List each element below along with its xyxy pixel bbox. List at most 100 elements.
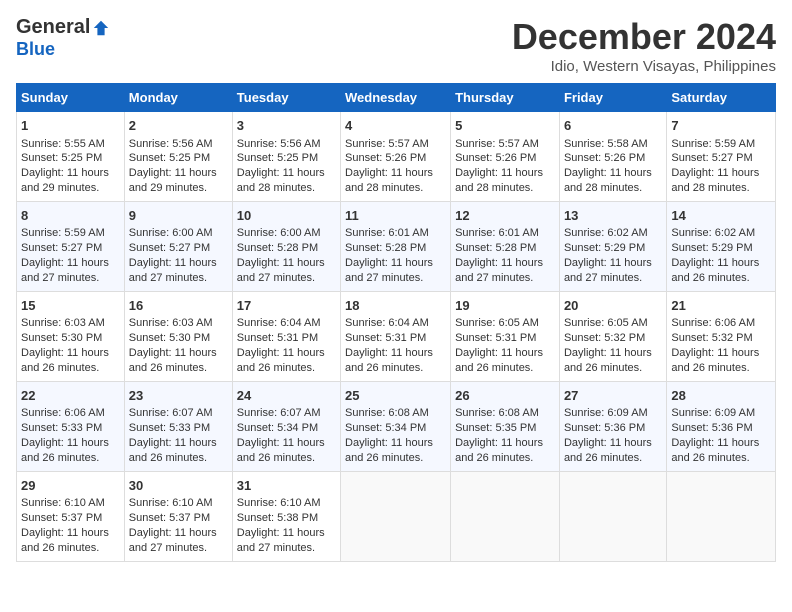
- day-number: 25: [345, 387, 446, 405]
- day-info: Sunrise: 6:00 AM Sunset: 5:28 PM Dayligh…: [237, 226, 336, 285]
- day-info: Sunrise: 6:01 AM Sunset: 5:28 PM Dayligh…: [455, 226, 555, 285]
- calendar-day-cell: 17Sunrise: 6:04 AM Sunset: 5:31 PM Dayli…: [232, 291, 340, 381]
- calendar-day-cell: 11Sunrise: 6:01 AM Sunset: 5:28 PM Dayli…: [341, 201, 451, 291]
- calendar-day-cell: 18Sunrise: 6:04 AM Sunset: 5:31 PM Dayli…: [341, 291, 451, 381]
- day-info: Sunrise: 5:59 AM Sunset: 5:27 PM Dayligh…: [671, 137, 771, 196]
- day-number: 6: [564, 117, 662, 135]
- day-number: 3: [237, 117, 336, 135]
- calendar-week-row: 22Sunrise: 6:06 AM Sunset: 5:33 PM Dayli…: [17, 381, 776, 471]
- calendar-day-cell: 27Sunrise: 6:09 AM Sunset: 5:36 PM Dayli…: [559, 381, 666, 471]
- calendar-day-cell: 5 Sunrise: 5:57 AM Sunset: 5:26 PM Daylig…: [451, 112, 560, 202]
- calendar-day-cell: [559, 471, 666, 561]
- calendar-day-cell: 4Sunrise: 5:57 AM Sunset: 5:26 PM Daylig…: [341, 112, 451, 202]
- day-info: Sunrise: 6:06 AM Sunset: 5:32 PM Dayligh…: [671, 316, 771, 375]
- calendar-day-cell: 14Sunrise: 6:02 AM Sunset: 5:29 PM Dayli…: [667, 201, 776, 291]
- calendar-day-cell: 16Sunrise: 6:03 AM Sunset: 5:30 PM Dayli…: [124, 291, 232, 381]
- month-year-title: December 2024: [512, 16, 776, 58]
- calendar-header-cell: Saturday: [667, 84, 776, 112]
- day-info: Sunrise: 6:05 AM Sunset: 5:31 PM Dayligh…: [455, 316, 555, 375]
- day-number: 17: [237, 297, 336, 315]
- calendar-day-cell: 8Sunrise: 5:59 AM Sunset: 5:27 PM Daylig…: [17, 201, 125, 291]
- logo-general-text: General: [16, 16, 90, 39]
- day-number: 18: [345, 297, 446, 315]
- day-info: Sunrise: 6:10 AM Sunset: 5:37 PM Dayligh…: [21, 496, 120, 555]
- calendar-day-cell: 26Sunrise: 6:08 AM Sunset: 5:35 PM Dayli…: [451, 381, 560, 471]
- calendar-day-cell: 28Sunrise: 6:09 AM Sunset: 5:36 PM Dayli…: [667, 381, 776, 471]
- calendar-day-cell: 31Sunrise: 6:10 AM Sunset: 5:38 PM Dayli…: [232, 471, 340, 561]
- calendar-day-cell: 2Sunrise: 5:56 AM Sunset: 5:25 PM Daylig…: [124, 112, 232, 202]
- logo: General Blue: [16, 16, 110, 60]
- calendar-week-row: 15 Sunrise: 6:03 AM Sunset: 5:30 PM Dayli…: [17, 291, 776, 381]
- calendar-day-cell: 12Sunrise: 6:01 AM Sunset: 5:28 PM Dayli…: [451, 201, 560, 291]
- day-info: Sunrise: 6:00 AM Sunset: 5:27 PM Dayligh…: [129, 226, 228, 285]
- day-info: Sunrise: 6:10 AM Sunset: 5:38 PM Dayligh…: [237, 496, 336, 555]
- day-number: 10: [237, 207, 336, 225]
- logo-icon: [92, 19, 110, 37]
- day-number: 11: [345, 207, 446, 225]
- day-number: 22: [21, 387, 120, 405]
- calendar-day-cell: [341, 471, 451, 561]
- day-number: 15: [21, 297, 120, 315]
- calendar-day-cell: 15Sunrise: 6:03 AM Sunset: 5:30 PM Dayli…: [17, 291, 125, 381]
- calendar-header-cell: Friday: [559, 84, 666, 112]
- day-number: 8: [21, 207, 120, 225]
- calendar-header-cell: Sunday: [17, 84, 125, 112]
- day-number: 29: [21, 477, 120, 495]
- day-info: Sunrise: 6:09 AM Sunset: 5:36 PM Dayligh…: [671, 406, 771, 465]
- calendar-day-cell: 22Sunrise: 6:06 AM Sunset: 5:33 PM Dayli…: [17, 381, 125, 471]
- calendar-day-cell: 9Sunrise: 6:00 AM Sunset: 5:27 PM Daylig…: [124, 201, 232, 291]
- day-number: 23: [129, 387, 228, 405]
- day-number: 20: [564, 297, 662, 315]
- calendar-day-cell: 1 Sunrise: 5:55 AM Sunset: 5:25 PM Daylig…: [17, 112, 125, 202]
- day-info: Sunrise: 6:02 AM Sunset: 5:29 PM Dayligh…: [671, 226, 771, 285]
- day-info: Sunrise: 6:09 AM Sunset: 5:36 PM Dayligh…: [564, 406, 662, 465]
- calendar-header-row: SundayMondayTuesdayWednesdayThursdayFrid…: [17, 84, 776, 112]
- day-info: Sunrise: 6:04 AM Sunset: 5:31 PM Dayligh…: [237, 316, 336, 375]
- day-info: Sunrise: 5:57 AM Sunset: 5:26 PM Dayligh…: [345, 137, 446, 196]
- calendar-day-cell: 29Sunrise: 6:10 AM Sunset: 5:37 PM Dayli…: [17, 471, 125, 561]
- day-number: 7: [671, 117, 771, 135]
- day-info: Sunrise: 6:05 AM Sunset: 5:32 PM Dayligh…: [564, 316, 662, 375]
- day-number: 1: [21, 117, 120, 135]
- day-info: Sunrise: 6:06 AM Sunset: 5:33 PM Dayligh…: [21, 406, 120, 465]
- day-number: 31: [237, 477, 336, 495]
- day-info: Sunrise: 6:08 AM Sunset: 5:34 PM Dayligh…: [345, 406, 446, 465]
- calendar-header-cell: Wednesday: [341, 84, 451, 112]
- location-subtitle: Idio, Western Visayas, Philippines: [512, 58, 776, 75]
- day-info: Sunrise: 5:59 AM Sunset: 5:27 PM Dayligh…: [21, 226, 120, 285]
- logo-blue-text: Blue: [16, 39, 55, 59]
- day-info: Sunrise: 6:03 AM Sunset: 5:30 PM Dayligh…: [129, 316, 228, 375]
- calendar-day-cell: 20Sunrise: 6:05 AM Sunset: 5:32 PM Dayli…: [559, 291, 666, 381]
- day-number: 21: [671, 297, 771, 315]
- day-number: 12: [455, 207, 555, 225]
- day-number: 27: [564, 387, 662, 405]
- calendar-day-cell: 6 Sunrise: 5:58 AM Sunset: 5:26 PM Daylig…: [559, 112, 666, 202]
- day-info: Sunrise: 5:57 AM Sunset: 5:26 PM Dayligh…: [455, 137, 555, 196]
- day-info: Sunrise: 5:56 AM Sunset: 5:25 PM Dayligh…: [129, 137, 228, 196]
- day-info: Sunrise: 6:07 AM Sunset: 5:34 PM Dayligh…: [237, 406, 336, 465]
- calendar-day-cell: 30Sunrise: 6:10 AM Sunset: 5:37 PM Dayli…: [124, 471, 232, 561]
- day-number: 19: [455, 297, 555, 315]
- day-info: Sunrise: 5:58 AM Sunset: 5:26 PM Dayligh…: [564, 137, 662, 196]
- calendar-day-cell: [451, 471, 560, 561]
- day-info: Sunrise: 6:02 AM Sunset: 5:29 PM Dayligh…: [564, 226, 662, 285]
- calendar-header-cell: Tuesday: [232, 84, 340, 112]
- calendar-day-cell: 13Sunrise: 6:02 AM Sunset: 5:29 PM Dayli…: [559, 201, 666, 291]
- day-info: Sunrise: 5:55 AM Sunset: 5:25 PM Dayligh…: [21, 137, 120, 196]
- calendar-day-cell: 7 Sunrise: 5:59 AM Sunset: 5:27 PM Daylig…: [667, 112, 776, 202]
- day-number: 28: [671, 387, 771, 405]
- day-number: 9: [129, 207, 228, 225]
- calendar-header-cell: Monday: [124, 84, 232, 112]
- day-info: Sunrise: 6:01 AM Sunset: 5:28 PM Dayligh…: [345, 226, 446, 285]
- day-info: Sunrise: 6:04 AM Sunset: 5:31 PM Dayligh…: [345, 316, 446, 375]
- calendar-day-cell: 10Sunrise: 6:00 AM Sunset: 5:28 PM Dayli…: [232, 201, 340, 291]
- title-area: December 2024 Idio, Western Visayas, Phi…: [512, 16, 776, 75]
- calendar-day-cell: 21Sunrise: 6:06 AM Sunset: 5:32 PM Dayli…: [667, 291, 776, 381]
- calendar-week-row: 29Sunrise: 6:10 AM Sunset: 5:37 PM Dayli…: [17, 471, 776, 561]
- calendar-day-cell: 3Sunrise: 5:56 AM Sunset: 5:25 PM Daylig…: [232, 112, 340, 202]
- calendar-header-cell: Thursday: [451, 84, 560, 112]
- day-number: 5: [455, 117, 555, 135]
- day-number: 14: [671, 207, 771, 225]
- calendar-table: SundayMondayTuesdayWednesdayThursdayFrid…: [16, 83, 776, 562]
- day-info: Sunrise: 6:08 AM Sunset: 5:35 PM Dayligh…: [455, 406, 555, 465]
